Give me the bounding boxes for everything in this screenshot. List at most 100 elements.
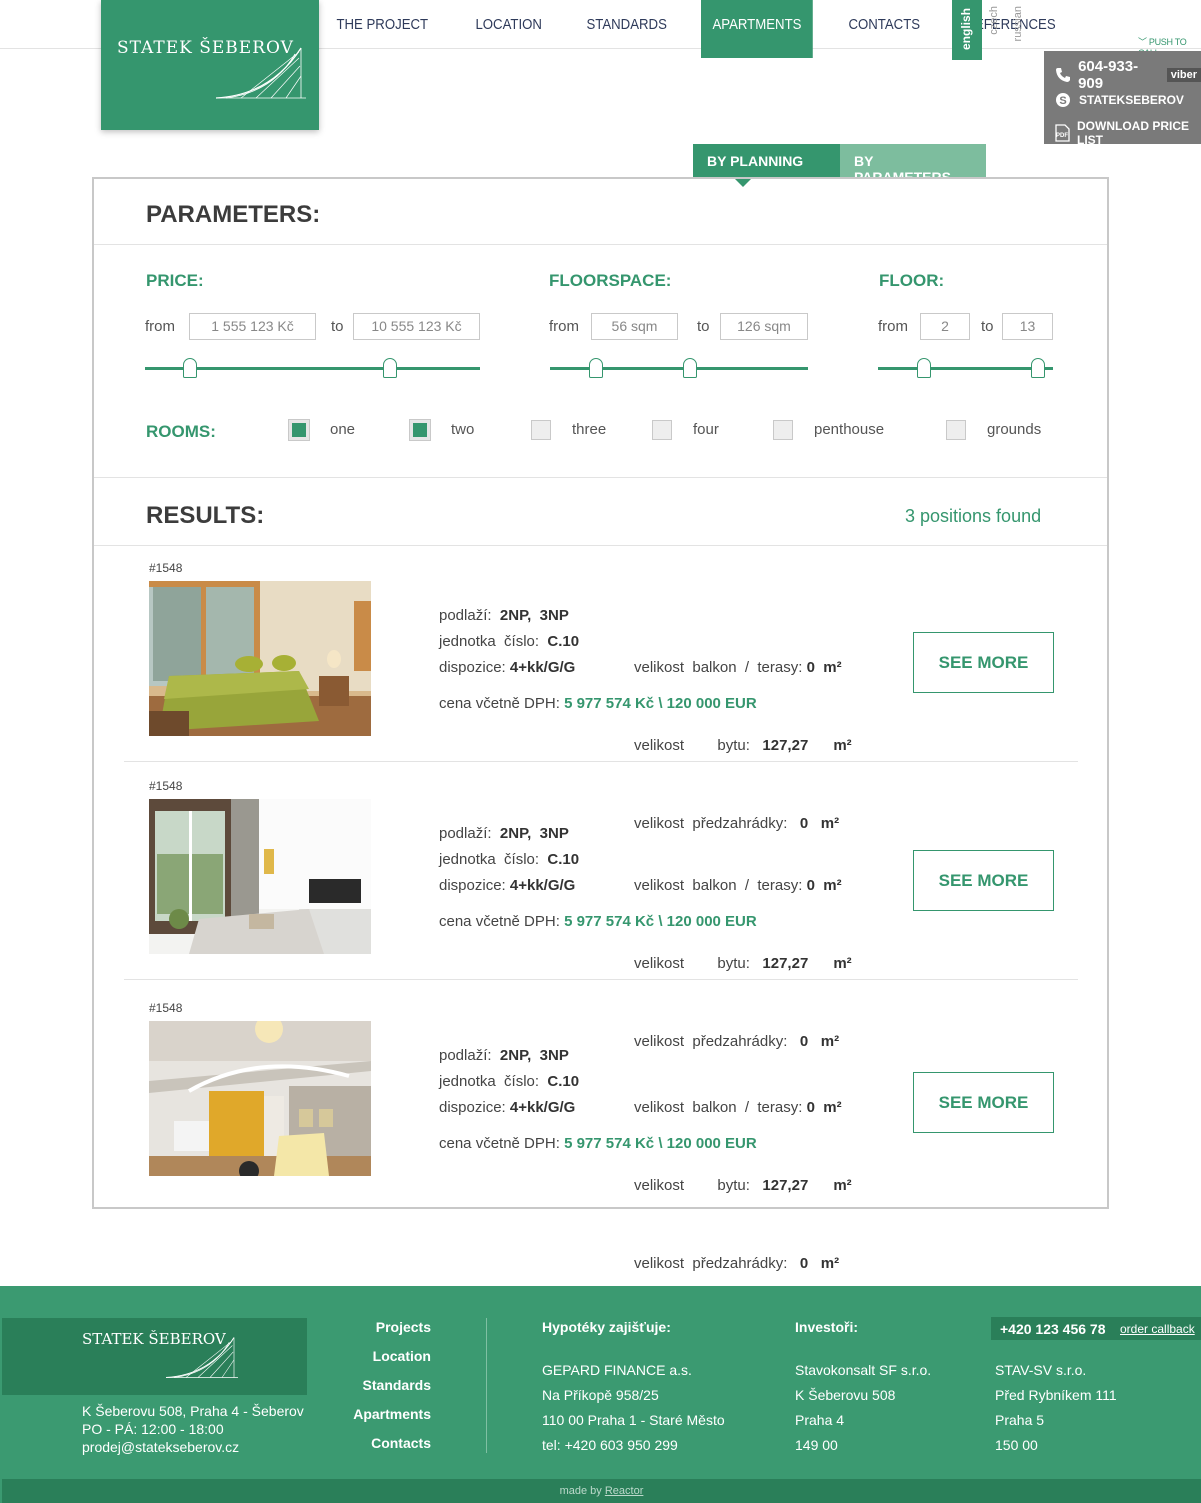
svg-text:PDF: PDF: [1056, 133, 1068, 139]
see-more-button[interactable]: SEE MORE: [913, 632, 1054, 693]
spec-label: velikost bytu:: [634, 1177, 750, 1194]
room-checkbox-4[interactable]: [773, 420, 793, 440]
room-checkbox-1[interactable]: [409, 419, 431, 441]
floor-to-input[interactable]: 13: [1002, 313, 1053, 340]
spec-value-balcony: 0: [806, 1099, 815, 1116]
spec-value-floor: 2NP, 3NP: [499, 825, 569, 842]
floorspace-from-label: from: [549, 318, 579, 335]
tab-by-planning[interactable]: BY PLANNING: [693, 144, 840, 187]
apartment-photo[interactable]: [149, 799, 371, 954]
price-to-label: to: [331, 318, 344, 335]
order-callback-link[interactable]: order callback: [1120, 1322, 1195, 1336]
price-min-handle[interactable]: [183, 358, 197, 378]
floor-to-label: to: [981, 318, 994, 335]
nav-the-project[interactable]: THE PROJECT: [325, 0, 440, 58]
results-title: RESULTS:: [146, 502, 265, 529]
tab-by-parameters[interactable]: BY PARAMETERS: [840, 144, 986, 185]
spec-value-size: 127,27: [762, 1177, 809, 1194]
investor-1: Stavokonsalt SF s.r.o. K Šeberovu 508 Pr…: [795, 1358, 931, 1458]
footer-email[interactable]: prodej@statekseberov.cz: [82, 1438, 304, 1456]
floorspace-to-input[interactable]: 126 sqm: [720, 313, 808, 340]
nav-apartments[interactable]: APARTMENTS: [701, 0, 814, 58]
mortgage-info: GEPARD FINANCE a.s. Na Příkopě 958/25 11…: [542, 1358, 725, 1458]
lang-russian[interactable]: russian: [1008, 0, 1030, 60]
footer-hours: PO - PÁ: 12:00 - 18:00: [82, 1421, 224, 1437]
price-value: 5 977 574 Kč \ 120 000 EUR: [564, 695, 757, 712]
room-label: four: [693, 421, 719, 438]
price-label: cena včetně DPH:: [439, 913, 560, 930]
spec-unit: m²: [833, 955, 852, 972]
price-value: 5 977 574 Kč \ 120 000 EUR: [564, 913, 757, 930]
room-checkbox-0[interactable]: [288, 419, 310, 441]
investor-line: 150 00: [995, 1437, 1038, 1453]
spec-label: velikost balkon / terasy:: [634, 1099, 803, 1116]
rooms-label: ROOMS:: [146, 422, 216, 441]
room-label: grounds: [987, 421, 1042, 438]
nav-standards[interactable]: STANDARDS: [575, 0, 678, 58]
lang-czech[interactable]: czech: [984, 0, 1006, 60]
footer-link-projects[interactable]: Projects: [281, 1319, 431, 1335]
mortgage-title: Hypotéky zajišťuje:: [542, 1319, 671, 1335]
result-id: #1548: [149, 779, 183, 793]
mortgage-line: GEPARD FINANCE a.s.: [542, 1362, 692, 1378]
made-by-link[interactable]: Reactor: [605, 1485, 644, 1497]
footer-divider: [486, 1318, 487, 1453]
apartment-photo[interactable]: [149, 1021, 371, 1176]
nav-location[interactable]: LOCATION: [464, 0, 553, 58]
skype-row[interactable]: S STATEKSEBEROV: [1054, 91, 1184, 109]
site-logo[interactable]: STATEK ŠEBEROV: [101, 0, 319, 130]
apartment-photo[interactable]: [149, 581, 371, 736]
spec-unit: m²: [823, 1099, 842, 1116]
investor-line: 149 00: [795, 1437, 838, 1453]
floorspace-max-handle[interactable]: [683, 358, 697, 378]
see-more-button[interactable]: SEE MORE: [913, 850, 1054, 911]
footer-logo[interactable]: STATEK ŠEBEROV: [2, 1318, 307, 1395]
lang-english[interactable]: english: [952, 0, 982, 60]
floorspace-from-input[interactable]: 56 sqm: [591, 313, 678, 340]
spec-value-size: 127,27: [762, 955, 809, 972]
see-more-button[interactable]: SEE MORE: [913, 1072, 1054, 1133]
footer-link-standards[interactable]: Standards: [281, 1377, 431, 1393]
spec-label: velikost balkon / terasy:: [634, 877, 803, 894]
price-label: cena včetně DPH:: [439, 1135, 560, 1152]
result-divider: [124, 761, 1078, 762]
spec-unit: m²: [823, 659, 842, 676]
footer-link-contacts[interactable]: Contacts: [281, 1435, 431, 1451]
room-label: penthouse: [814, 421, 885, 438]
nav-contacts[interactable]: CONTACTS: [837, 0, 932, 58]
floor-slider[interactable]: [878, 367, 1053, 370]
room-checkbox-5[interactable]: [946, 420, 966, 440]
chevron-down-icon: ﹀: [1138, 37, 1147, 47]
spec-value-unit: C.10: [547, 633, 580, 650]
tab-by-planning-label: BY PLANNING: [707, 153, 804, 169]
spec-label: jednotka číslo:: [439, 851, 540, 868]
spec-label: velikost balkon / terasy:: [634, 659, 803, 676]
price-max-handle[interactable]: [383, 358, 397, 378]
mortgage-line: 110 00 Praha 1 - Staré Město: [542, 1412, 725, 1428]
floor-max-handle[interactable]: [1031, 358, 1045, 378]
floor-min-handle[interactable]: [917, 358, 931, 378]
results-count: 3 positions found: [905, 506, 1042, 526]
contact-box: 604-933-909 viber S STATEKSEBEROV PDF DO…: [1044, 51, 1201, 147]
price-to-input[interactable]: 10 555 123 Kč: [353, 313, 480, 340]
spec-left: podlaží: 2NP, 3NP jednotka číslo: C.10 d…: [439, 821, 579, 899]
room-checkbox-2[interactable]: [531, 420, 551, 440]
spec-label: dispozice:: [439, 877, 506, 894]
spec-value-floor: 2NP, 3NP: [499, 607, 569, 624]
spec-unit: m²: [823, 877, 842, 894]
spec-label: velikost bytu:: [634, 955, 750, 972]
footer-link-location[interactable]: Location: [281, 1348, 431, 1364]
spec-value-layout: 4+kk/G/G: [509, 877, 576, 894]
lang-russian-label: russian: [1012, 6, 1024, 42]
price-from-input[interactable]: 1 555 123 Kč: [189, 313, 316, 340]
viber-badge[interactable]: viber: [1166, 68, 1201, 82]
footer-link-apartments[interactable]: Apartments: [281, 1406, 431, 1422]
room-checkbox-3[interactable]: [652, 420, 672, 440]
spec-left: podlaží: 2NP, 3NP jednotka číslo: C.10 d…: [439, 1043, 579, 1121]
footer-phone[interactable]: +420 123 456 78: [1000, 1321, 1106, 1337]
phone-row[interactable]: 604-933-909 viber: [1054, 58, 1201, 92]
floor-from-input[interactable]: 2: [920, 313, 970, 340]
spec-value-garden: 0: [799, 1255, 809, 1272]
floorspace-min-handle[interactable]: [589, 358, 603, 378]
download-row[interactable]: PDF DOWNLOAD PRICE LIST: [1054, 119, 1201, 147]
